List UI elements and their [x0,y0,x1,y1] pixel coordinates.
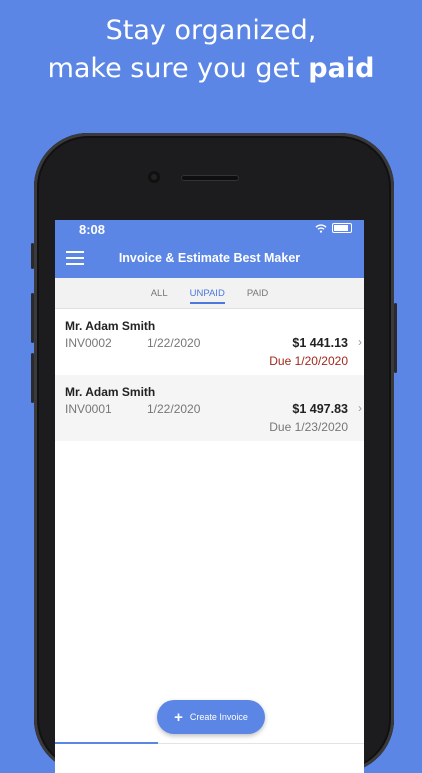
app-title: Invoice & Estimate Best Maker [118,251,301,265]
promo-headline: Stay organized, make sure you get paid [0,12,422,88]
invoice-amount: $1 497.83 [292,402,348,416]
promo-line-1: Stay organized, [105,15,317,46]
bottom-nav-active-indicator [55,742,158,744]
invoice-date: 1/22/2020 [147,336,201,350]
front-camera [148,171,160,183]
promo-line-2: make sure you get paid [0,50,422,88]
invoice-row[interactable]: Mr. Adam Smith INV0001 1/22/2020 $1 497.… [55,375,364,441]
invoice-date: 1/22/2020 [147,402,201,416]
invoice-amount: $1 441.13 [292,336,348,350]
app-screen: 8:08 Invoice & Estimate Best Maker ALL U… [55,220,364,773]
invoice-client: Mr. Adam Smith [65,319,156,333]
promo-line-2-prefix: make sure you get [47,53,309,84]
tab-all[interactable]: ALL [151,282,168,305]
invoice-row[interactable]: Mr. Adam Smith INV0002 1/22/2020 $1 441.… [55,309,364,375]
phone-frame: 8:08 Invoice & Estimate Best Maker ALL U… [31,133,397,773]
promo-line-2-bold: paid [308,53,375,84]
mute-switch [31,243,34,269]
invoice-due-date: Due 1/20/2020 [269,354,348,368]
status-bar: 8:08 [55,220,364,240]
create-invoice-button[interactable]: + Create Invoice [157,700,265,734]
filter-tabs: ALL UNPAID PAID [55,278,364,309]
battery-icon [332,223,352,233]
invoice-client: Mr. Adam Smith [65,385,156,399]
invoice-due-date: Due 1/23/2020 [269,420,348,434]
invoice-number: INV0002 [65,336,112,350]
bottom-navigation [55,742,364,773]
plus-icon: + [174,708,183,726]
wifi-icon [315,223,327,233]
status-time: 8:08 [79,222,106,237]
invoice-number: INV0001 [65,402,112,416]
volume-up-button [31,293,34,343]
volume-down-button [31,353,34,403]
power-button [394,303,397,373]
status-icons [315,223,352,233]
chevron-right-icon: › [358,335,362,349]
tab-unpaid[interactable]: UNPAID [189,282,225,304]
earpiece-speaker [181,175,239,181]
tab-paid[interactable]: PAID [247,282,268,305]
chevron-right-icon: › [358,401,362,415]
create-invoice-label: Create Invoice [189,712,248,722]
app-bar: Invoice & Estimate Best Maker [55,240,364,278]
